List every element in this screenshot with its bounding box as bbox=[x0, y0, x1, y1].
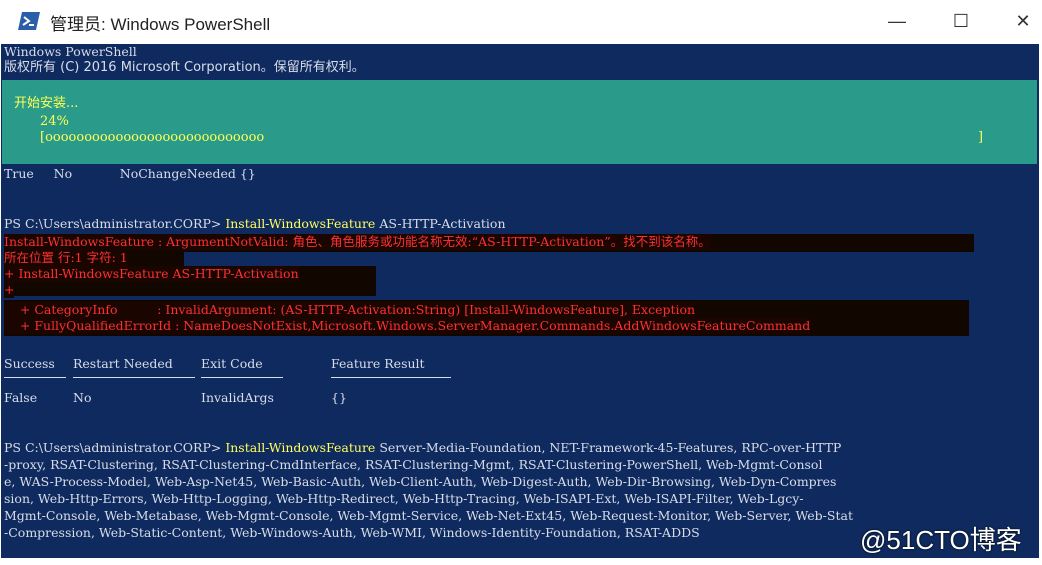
row-success: False bbox=[4, 390, 38, 405]
command-args-line: -proxy, RSAT-Clustering, RSAT-Clustering… bbox=[4, 457, 823, 472]
prompt: PS C:\Users\administrator.CORP> bbox=[4, 440, 226, 455]
column-header-success: Success bbox=[4, 356, 55, 371]
powershell-icon bbox=[18, 12, 40, 30]
command-args: AS-HTTP-Activation bbox=[375, 216, 506, 231]
column-header-restart: Restart Needed bbox=[73, 356, 173, 371]
header-underline bbox=[331, 377, 451, 378]
prompt: PS C:\Users\administrator.CORP> bbox=[4, 216, 226, 231]
progress-bar: [oooooooooooooooooooooooooooo bbox=[40, 130, 265, 145]
progress-panel: 开始安装... 24% [ooooooooooooooooooooooooooo… bbox=[2, 80, 1037, 164]
command-args-line: Mgmt-Console, Web-Metabase, Web-Mgmt-Con… bbox=[4, 508, 853, 523]
command-name: Install-WindowsFeature bbox=[225, 216, 376, 231]
window-title: 管理员: Windows PowerShell bbox=[50, 15, 271, 34]
command-line-1: PS C:\Users\administrator.CORP> Install-… bbox=[4, 216, 506, 232]
console-header-line: Windows PowerShell bbox=[4, 44, 137, 59]
column-header-exit: Exit Code bbox=[201, 356, 263, 371]
header-underline bbox=[73, 377, 195, 378]
error-line: + FullyQualifiedErrorId : NameDoesNotExi… bbox=[4, 318, 811, 334]
row-feature: {} bbox=[331, 390, 347, 405]
command-args: Server-Media-Foundation, NET-Framework-4… bbox=[375, 440, 842, 455]
header-underline bbox=[4, 377, 66, 378]
row-exit: InvalidArgs bbox=[201, 390, 274, 405]
command-line-2: PS C:\Users\administrator.CORP> Install-… bbox=[4, 440, 841, 456]
row-restart: No bbox=[73, 390, 92, 405]
error-line: + Install-WindowsFeature AS-HTTP-Activat… bbox=[4, 266, 299, 282]
result-line: True No NoChangeNeeded {} bbox=[4, 166, 256, 181]
close-button[interactable]: ✕ bbox=[1000, 4, 1042, 38]
error-line: + CategoryInfo : InvalidArgument: (AS-HT… bbox=[4, 302, 696, 318]
column-header-feature: Feature Result bbox=[331, 356, 425, 371]
error-line: Install-WindowsFeature : ArgumentNotVali… bbox=[4, 234, 711, 250]
command-name: Install-WindowsFeature bbox=[225, 440, 376, 455]
title-bar: 管理员: Windows PowerShell — ☐ ✕ bbox=[0, 0, 1042, 42]
console-copyright-line: 版权所有 (C) 2016 Microsoft Corporation。保留所有… bbox=[4, 60, 365, 75]
console-area[interactable]: Windows PowerShell 版权所有 (C) 2016 Microso… bbox=[1, 44, 1039, 558]
minimize-button[interactable]: — bbox=[874, 4, 920, 38]
command-args-line: e, WAS-Process-Model, Web-Asp-Net45, Web… bbox=[4, 474, 837, 489]
watermark: @51CTO博客 bbox=[860, 525, 1022, 555]
command-args-line: -Compression, Web-Static-Content, Web-Wi… bbox=[4, 525, 700, 540]
header-underline bbox=[201, 377, 283, 378]
command-args-line: sion, Web-Http-Errors, Web-Http-Logging,… bbox=[4, 491, 804, 506]
error-line: + bbox=[4, 282, 15, 298]
progress-percent: 24% bbox=[40, 114, 69, 129]
maximize-button[interactable]: ☐ bbox=[938, 4, 984, 38]
error-line: 所在位置 行:1 字符: 1 bbox=[4, 250, 128, 266]
progress-bar-end: ] bbox=[978, 130, 984, 145]
progress-title: 开始安装... bbox=[14, 96, 79, 111]
